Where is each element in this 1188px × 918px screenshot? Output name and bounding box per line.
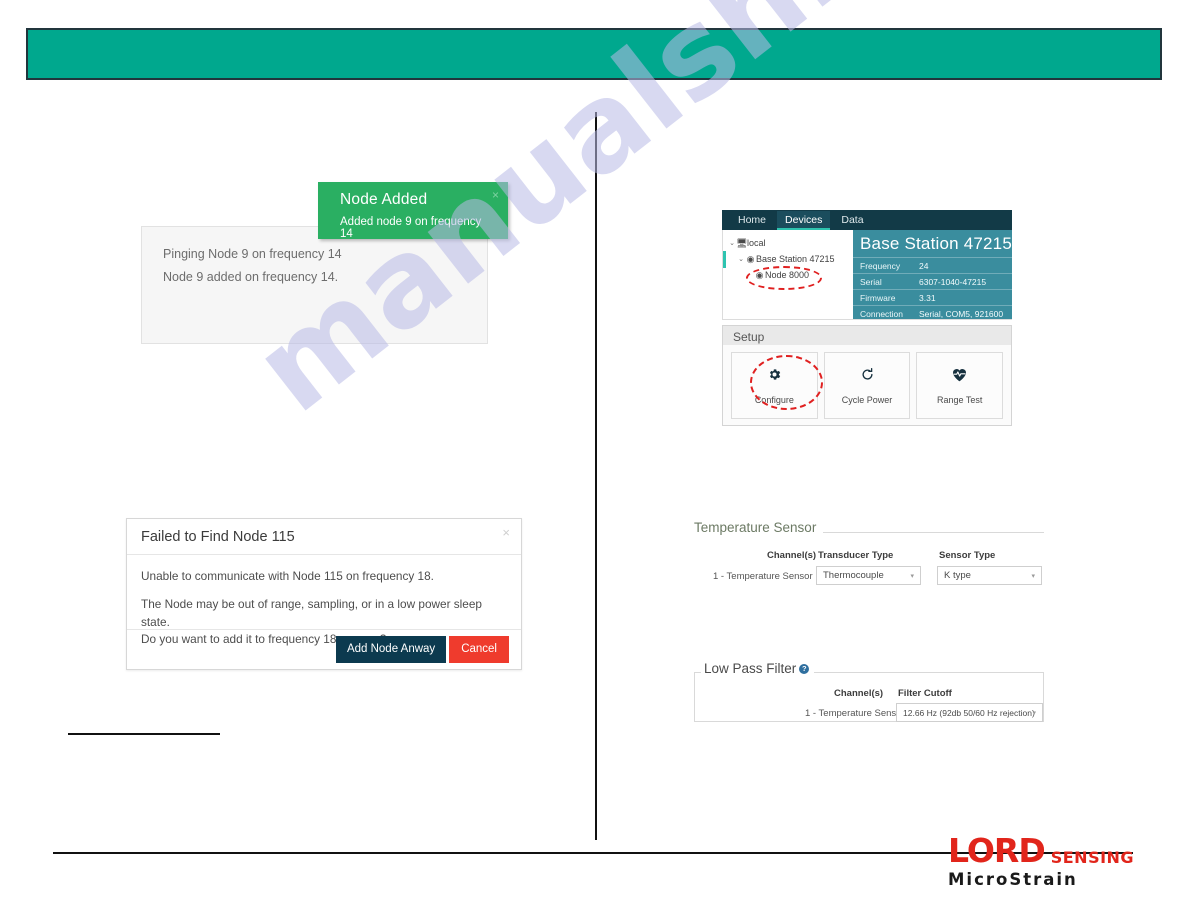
temperature-sensor-section: Temperature Sensor Channel(s) Transducer…	[694, 520, 1044, 592]
cycle-power-button[interactable]: Cycle Power	[823, 352, 911, 419]
column-header-channels: Channel(s)	[834, 688, 884, 699]
column-divider	[595, 112, 597, 840]
configure-label: Configure	[754, 394, 794, 405]
filter-cutoff-select[interactable]: 12.66 Hz (92db 50/60 Hz rejection) ▾	[896, 703, 1043, 722]
dialog-paragraph-1: Unable to communicate with Node 115 on f…	[141, 569, 434, 583]
help-icon[interactable]: ?	[799, 664, 810, 674]
base-station-icon: ◉	[746, 253, 755, 264]
failed-to-find-node-dialog: Failed to Find Node 115 × Unable to comm…	[126, 518, 522, 670]
close-icon[interactable]: ×	[502, 525, 510, 540]
chevron-down-icon[interactable]: ▾	[1032, 709, 1036, 717]
column-header-sensor-type: Sensor Type	[939, 550, 996, 561]
info-value-serial: 6307-1040-47215	[919, 276, 987, 287]
info-value-firmware: 3.31	[919, 292, 936, 303]
sensor-type-select[interactable]: K type ▾	[937, 566, 1042, 585]
logo-sub-brand: SENSING	[1050, 848, 1135, 867]
node-added-toast: × Node Added Added node 9 on frequency 1…	[318, 182, 508, 240]
filter-cutoff-value: 12.66 Hz (92db 50/60 Hz rejection)	[903, 707, 1035, 718]
refresh-icon	[860, 367, 875, 386]
heartbeat-icon	[951, 367, 968, 386]
toast-title: Node Added	[340, 191, 428, 208]
dialog-footer: Add Node Anway Cancel	[127, 629, 521, 669]
lord-sensing-logo: LORD SENSING MicroStrain	[948, 834, 1143, 890]
logo-top-row: LORD SENSING	[948, 834, 1143, 867]
info-key-firmware: Firmware	[860, 292, 896, 303]
sensorconnect-window: Home Devices Data ⌄ 🖥 local ⌄ ◉ Base Sta…	[722, 210, 1012, 432]
transducer-type-select[interactable]: Thermocouple ▾	[816, 566, 921, 585]
info-row-connection: Connection Serial, COM5, 921600	[853, 305, 1012, 321]
computer-icon: 🖥	[736, 237, 748, 248]
column-header-filter-cutoff: Filter Cutoff	[898, 688, 952, 699]
logo-product: MicroStrain	[948, 870, 1078, 889]
logo-brand: LORD	[948, 831, 1046, 870]
setup-panel-title: Setup	[723, 326, 1011, 345]
tree-item-node[interactable]: ◉ Node 8000	[723, 267, 853, 283]
low-pass-filter-legend-text: Low Pass Filter	[704, 661, 797, 676]
lpf-top-border-right	[813, 672, 1043, 673]
setup-panel: Setup Configure Cycle Power Range Test	[722, 325, 1012, 426]
dialog-title: Failed to Find Node 115	[141, 529, 295, 545]
base-station-info-panel: Base Station 47215 Frequency 24 Serial 6…	[853, 230, 1012, 320]
transducer-type-value: Thermocouple	[823, 570, 884, 581]
page-root: manualshive.com Pinging Node 9 on freque…	[0, 0, 1188, 918]
configure-button[interactable]: Configure	[731, 352, 818, 419]
tab-devices[interactable]: Devices	[777, 211, 831, 230]
chevron-down-icon[interactable]: ⌄	[728, 239, 736, 247]
channel-row-label: 1 - Temperature Sensor	[713, 571, 813, 582]
dialog-header: Failed to Find Node 115 ×	[127, 519, 521, 555]
range-test-button[interactable]: Range Test	[916, 352, 1004, 419]
info-panel-title: Base Station 47215	[860, 234, 1012, 253]
channel-row-label: 1 - Temperature Sensor	[805, 708, 905, 719]
info-key-connection: Connection	[860, 308, 904, 319]
tree-item-base-station-label: Base Station 47215	[756, 254, 835, 264]
node-log-panel: Pinging Node 9 on frequency 14 Node 9 ad…	[141, 226, 488, 344]
temperature-sensor-legend: Temperature Sensor	[694, 520, 824, 535]
info-row-firmware: Firmware 3.31	[853, 289, 1012, 305]
sensor-type-value: K type	[944, 570, 971, 581]
column-header-transducer-type: Transducer Type	[818, 550, 894, 561]
tab-data[interactable]: Data	[833, 211, 871, 229]
info-key-frequency: Frequency	[860, 260, 901, 271]
tree-item-local[interactable]: ⌄ 🖥 local	[723, 235, 853, 251]
range-test-label: Range Test	[936, 394, 983, 405]
close-icon[interactable]: ×	[492, 188, 499, 202]
info-row-frequency: Frequency 24	[853, 257, 1012, 273]
top-banner	[26, 28, 1162, 80]
toast-body: Added node 9 on frequency 14	[340, 216, 482, 240]
info-value-connection: Serial, COM5, 921600	[919, 308, 1004, 319]
app-body: ⌄ 🖥 local ⌄ ◉ Base Station 47215 ◉ Node …	[722, 230, 1012, 320]
setup-tiles: Configure Cycle Power Range Test	[723, 345, 1011, 426]
low-pass-filter-section: Low Pass Filter? Channel(s) Filter Cutof…	[694, 661, 1044, 722]
log-line-2: Node 9 added on frequency 14.	[163, 270, 339, 284]
tree-item-local-label: local	[747, 238, 766, 248]
info-value-frequency: 24	[919, 260, 929, 271]
info-row-serial: Serial 6307-1040-47215	[853, 273, 1012, 289]
info-key-serial: Serial	[860, 276, 882, 287]
node-icon: ◉	[755, 269, 764, 280]
tree-item-node-label: Node 8000	[765, 270, 810, 280]
chevron-down-icon[interactable]: ▾	[1031, 572, 1035, 580]
cancel-button[interactable]: Cancel	[449, 635, 509, 664]
lpf-top-border-left	[695, 672, 701, 673]
chevron-down-icon[interactable]: ⌄	[737, 255, 745, 263]
tab-home[interactable]: Home	[730, 211, 774, 229]
dialog-paragraph-2: The Node may be out of range, sampling, …	[141, 597, 482, 629]
app-navbar: Home Devices Data	[722, 210, 1012, 230]
low-pass-filter-legend: Low Pass Filter?	[702, 661, 815, 676]
tree-item-base-station[interactable]: ⌄ ◉ Base Station 47215	[723, 251, 853, 267]
cycle-power-label: Cycle Power	[841, 394, 893, 405]
gear-icon	[767, 367, 782, 386]
add-node-anyway-button[interactable]: Add Node Anway	[335, 635, 447, 664]
log-line-1: Pinging Node 9 on frequency 14	[163, 247, 342, 261]
tree-selection-indicator	[723, 251, 726, 268]
device-tree: ⌄ 🖥 local ⌄ ◉ Base Station 47215 ◉ Node …	[722, 230, 853, 320]
left-footnote-rule	[68, 733, 220, 735]
column-header-channels: Channel(s)	[767, 550, 817, 561]
chevron-down-icon[interactable]: ▾	[910, 572, 914, 580]
